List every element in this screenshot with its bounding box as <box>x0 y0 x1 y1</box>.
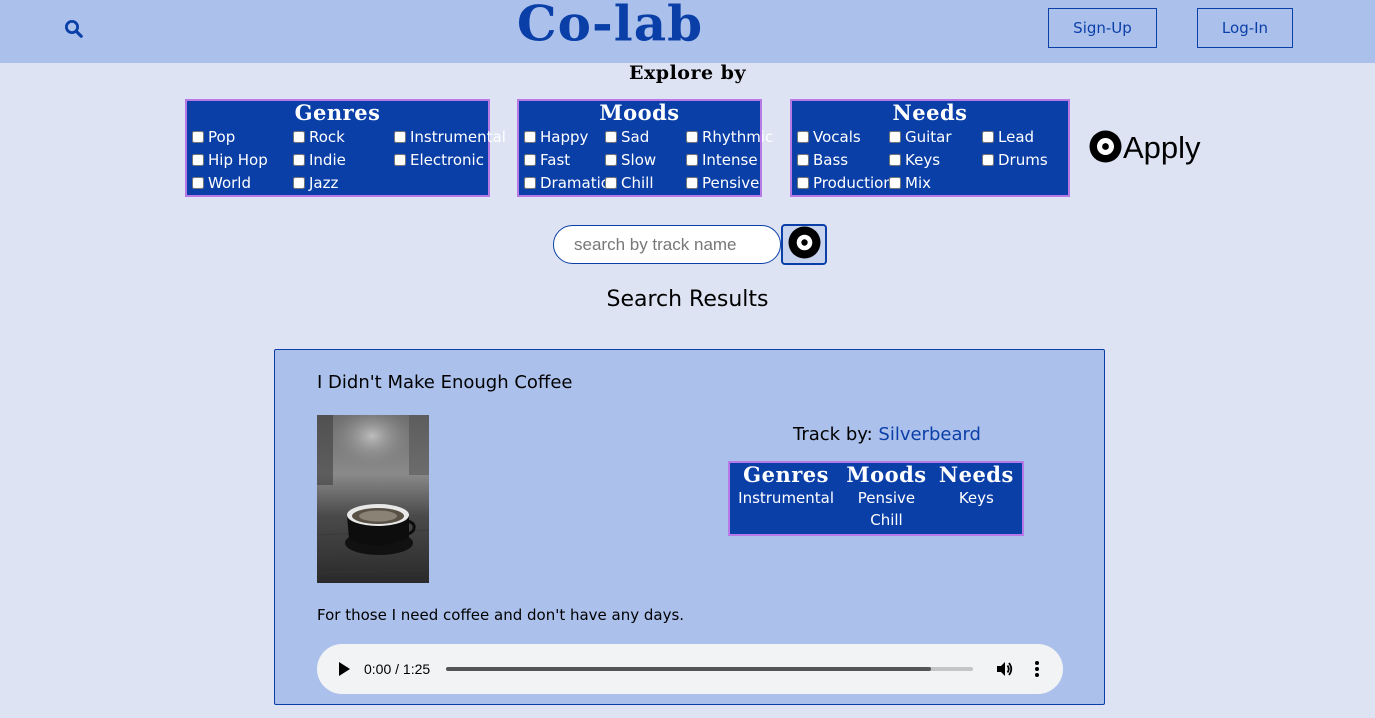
track-search-button[interactable] <box>781 224 827 265</box>
need-option-vocals[interactable]: Vocals <box>796 125 888 148</box>
playback-time: 0:00 / 1:25 <box>364 661 431 677</box>
track-moods-heading: Moods <box>846 462 927 487</box>
genre-option-indie[interactable]: Indie <box>292 148 393 171</box>
needs-options: Vocals Guitar Lead Bass Keys Drums Produ… <box>792 125 1068 194</box>
vinyl-record-icon <box>1089 130 1122 167</box>
mood-option-happy[interactable]: Happy <box>523 125 604 148</box>
track-genres-column: Genres Instrumental <box>738 463 834 534</box>
genre-checkbox-instrumental[interactable] <box>394 130 406 143</box>
mood-option-sad[interactable]: Sad <box>604 125 685 148</box>
need-checkbox-keys[interactable] <box>889 153 901 166</box>
mood-option-slow[interactable]: Slow <box>604 148 685 171</box>
moods-options: Happy Sad Rhythmic Fast Slow Intense Dra… <box>519 125 773 194</box>
genre-option-jazz[interactable]: Jazz <box>292 171 393 194</box>
need-checkbox-bass[interactable] <box>797 153 809 166</box>
genre-checkbox-pop[interactable] <box>192 130 204 143</box>
track-by-line: Track by: Silverbeard <box>793 424 981 445</box>
need-option-mix[interactable]: Mix <box>888 171 981 194</box>
playback-progress-fill <box>446 667 931 671</box>
more-options-icon[interactable] <box>1033 660 1041 681</box>
genre-checkbox-hip-hop[interactable] <box>192 153 204 166</box>
needs-heading: Needs <box>892 100 968 125</box>
genre-option-instrumental[interactable]: Instrumental <box>393 125 506 148</box>
track-needs-heading: Needs <box>938 462 1014 487</box>
genres-options: Pop Rock Instrumental Hip Hop Indie Elec… <box>187 125 506 194</box>
need-checkbox-production[interactable] <box>797 176 809 189</box>
track-by-label: Track by: <box>793 424 873 445</box>
track-search-input[interactable] <box>553 225 781 264</box>
track-genres-heading: Genres <box>743 462 829 487</box>
vinyl-record-icon <box>788 226 821 263</box>
track-tags-box: Genres Instrumental Moods Pensive Chill … <box>728 461 1024 536</box>
genres-filter-box: Genres Pop Rock Instrumental Hip Hop Ind… <box>185 99 506 197</box>
mood-checkbox-rhythmic[interactable] <box>686 130 698 143</box>
need-option-lead[interactable]: Lead <box>981 125 1071 148</box>
search-results-heading: Search Results <box>606 287 769 312</box>
mood-checkbox-dramatic[interactable] <box>524 176 536 189</box>
mood-option-pensive[interactable]: Pensive <box>685 171 765 194</box>
genre-checkbox-jazz[interactable] <box>293 176 305 189</box>
track-mood-tag: Chill <box>870 511 903 529</box>
need-option-drums[interactable]: Drums <box>981 148 1071 171</box>
audio-player: 0:00 / 1:25 <box>317 644 1063 694</box>
mood-checkbox-pensive[interactable] <box>686 176 698 189</box>
need-checkbox-guitar[interactable] <box>889 130 901 143</box>
mood-option-rhythmic[interactable]: Rhythmic <box>685 125 773 148</box>
genre-option-electronic[interactable]: Electronic <box>393 148 493 171</box>
playback-progress-bar[interactable] <box>446 667 973 671</box>
top-navbar: Co-lab Sign-Up Log-In <box>0 0 1375 63</box>
track-moods-column: Moods Pensive Chill <box>846 463 926 534</box>
genre-option-pop[interactable]: Pop <box>191 125 292 148</box>
track-description: For those I need coffee and don't have a… <box>317 606 685 624</box>
need-option-production[interactable]: Production <box>796 171 893 194</box>
track-title: I Didn't Make Enough Coffee <box>317 372 573 393</box>
mood-checkbox-sad[interactable] <box>605 130 617 143</box>
need-checkbox-vocals[interactable] <box>797 130 809 143</box>
artist-link[interactable]: Silverbeard <box>878 424 981 445</box>
genre-option-hip-hop[interactable]: Hip Hop <box>191 148 292 171</box>
mood-checkbox-slow[interactable] <box>605 153 617 166</box>
track-cover-image <box>316 415 430 583</box>
mood-checkbox-chill[interactable] <box>605 176 617 189</box>
genre-checkbox-indie[interactable] <box>293 153 305 166</box>
track-genre-tag: Instrumental <box>738 489 835 507</box>
moods-filter-box: Moods Happy Sad Rhythmic Fast Slow Inten… <box>517 99 773 197</box>
mood-option-dramatic[interactable]: Dramatic <box>523 171 609 194</box>
needs-filter-box: Needs Vocals Guitar Lead Bass Keys Drums… <box>790 99 1070 197</box>
sign-up-button[interactable]: Sign-Up <box>1048 8 1157 48</box>
site-logo[interactable]: Co-lab <box>0 0 1220 53</box>
need-option-guitar[interactable]: Guitar <box>888 125 981 148</box>
mood-option-fast[interactable]: Fast <box>523 148 604 171</box>
genre-option-world[interactable]: World <box>191 171 292 194</box>
need-checkbox-lead[interactable] <box>982 130 994 143</box>
mood-option-chill[interactable]: Chill <box>604 171 685 194</box>
mood-checkbox-intense[interactable] <box>686 153 698 166</box>
mood-checkbox-fast[interactable] <box>524 153 536 166</box>
need-checkbox-mix[interactable] <box>889 176 901 189</box>
track-needs-column: Needs Keys <box>939 463 1014 534</box>
mood-option-intense[interactable]: Intense <box>685 148 765 171</box>
need-option-bass[interactable]: Bass <box>796 148 888 171</box>
log-in-button[interactable]: Log-In <box>1197 8 1293 48</box>
genre-checkbox-world[interactable] <box>192 176 204 189</box>
volume-icon[interactable] <box>995 660 1013 681</box>
moods-heading: Moods <box>599 100 680 125</box>
apply-label: Apply <box>1123 130 1201 165</box>
track-need-tag: Keys <box>958 489 994 507</box>
need-option-keys[interactable]: Keys <box>888 148 981 171</box>
mood-checkbox-happy[interactable] <box>524 130 536 143</box>
track-card: I Didn't Make Enough Coffee Track by: Si… <box>274 349 1105 705</box>
play-icon[interactable] <box>337 661 351 680</box>
genre-option-rock[interactable]: Rock <box>292 125 393 148</box>
need-checkbox-drums[interactable] <box>982 153 994 166</box>
genres-heading: Genres <box>294 100 381 125</box>
track-mood-tag: Pensive <box>857 489 916 507</box>
explore-title: Explore by <box>628 62 747 84</box>
apply-filters-button[interactable]: Apply <box>1089 128 1201 168</box>
genre-checkbox-electronic[interactable] <box>394 153 406 166</box>
genre-checkbox-rock[interactable] <box>293 130 305 143</box>
